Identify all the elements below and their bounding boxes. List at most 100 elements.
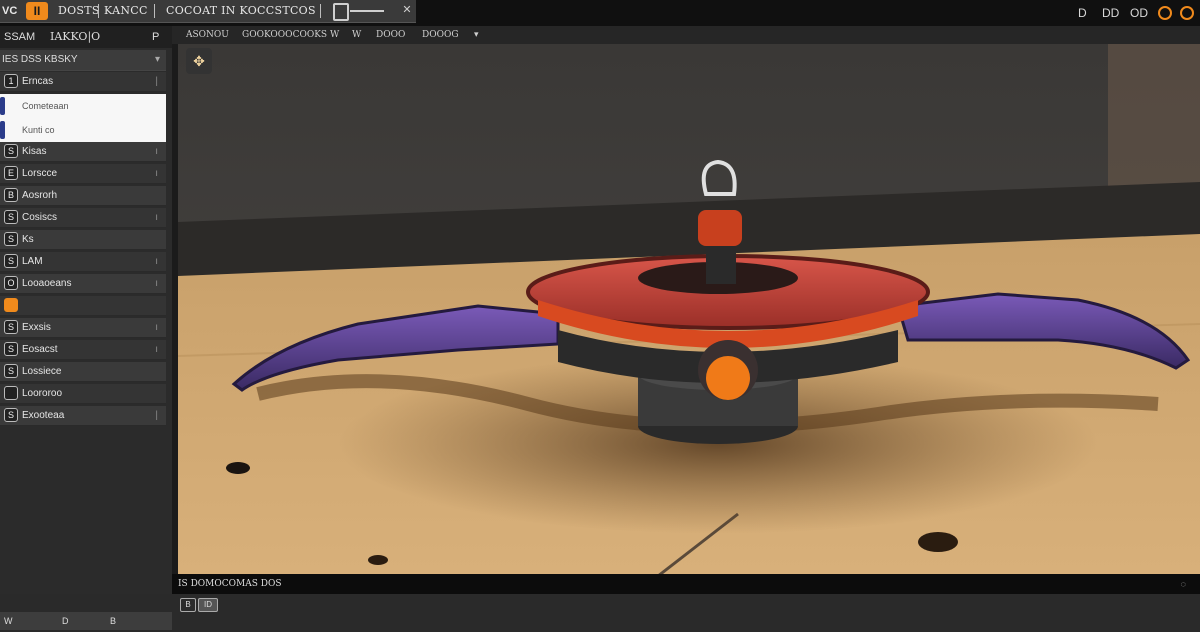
sidebar-item[interactable]: S Exxsis ı [0,318,166,338]
toolbar-button[interactable]: ID [198,598,218,612]
menu-item-1[interactable]: DOSTS [58,0,100,22]
sidebar-item[interactable]: 1 Erncas | [0,72,166,92]
item-icon: S [4,232,18,246]
item-icon [4,386,18,400]
status-text: IS DOMOCOMAS DOS [178,579,282,589]
window-control-label[interactable]: OD [1130,5,1148,21]
close-icon[interactable]: ✕ [400,3,414,17]
chevron-down-icon[interactable]: ▾ [474,26,479,44]
item-marker: ı [155,344,158,355]
item-marker: ı [155,146,158,157]
item-marker: | [155,410,158,421]
sidebar-item[interactable]: S Exooteaa | [0,406,166,426]
menu-item-3[interactable]: COCOAT IN KOCCSTCOS [166,0,316,22]
sidebar-item[interactable]: Loororoo [0,384,166,404]
item-icon: S [4,342,18,356]
sidebar-item-label: Cosiscs [22,212,58,223]
item-icon: 1 [4,74,18,88]
minimize-icon[interactable] [1158,6,1172,20]
sidebar-item-label: Loororoo [22,388,63,399]
viewport-menu-item[interactable]: ASONOU [186,26,229,44]
item-marker: ı [155,278,158,289]
sidebar-item-label: LAM [22,256,43,267]
sidebar-item-label: Kunti co [22,125,55,135]
sidebar-item[interactable]: E Lorscce ı [0,164,166,184]
menu-separator [154,4,155,18]
app-logo-icon[interactable]: II [26,2,48,20]
selection-indicator [0,97,5,115]
status-bar: IS DOMOCOMAS DOS ◌ [172,574,1200,594]
viewport-menu-item[interactable]: GOOKOOOCOOKS [242,26,327,44]
sidebar-item-label: Exooteaa [22,410,65,421]
item-marker: ı [155,256,158,267]
selection-indicator [0,121,5,139]
sidebar-item[interactable]: S LAM ı [0,252,166,272]
item-icon: S [4,364,18,378]
pin-icon[interactable]: P [152,26,159,48]
bottom-bar: W D B B ID [0,594,1200,632]
viewport-menu-item[interactable]: W [330,26,339,44]
sidebar-group-header[interactable]: IES DSS KBSKY ▾ [0,50,166,71]
sidebar-item[interactable]: S Lossiece [0,362,166,382]
sidebar-item[interactable]: S Kisas ı [0,142,166,162]
viewport-toolbar: ASONOU GOOKOOOCOOKS W W DOOO DOOOG ▾ [172,26,1200,44]
viewport-menu-item[interactable]: W [352,26,361,44]
bottom-item[interactable]: D [62,612,69,630]
viewport-menu-item[interactable]: DOOO [376,26,405,44]
sidebar-item-label: Lorscce [22,168,58,179]
window-control-label[interactable]: D [1078,5,1087,21]
sidebar-title: IAKKO|O [50,30,101,43]
menu-strip: VC II DOSTS KANCC COCOAT IN KOCCSTCOS ✕ [0,0,416,23]
title-bar: VC II DOSTS KANCC COCOAT IN KOCCSTCOS ✕ … [0,0,1200,26]
chevron-down-icon[interactable]: ▾ [155,50,160,70]
bottom-right-toolbar: B ID [176,598,1200,612]
sidebar-item-label: Aosrorh [22,190,58,201]
item-icon: O [4,276,18,290]
item-icon [4,298,18,312]
viewport-menu-item[interactable]: DOOOG [422,26,459,44]
item-marker: ı [155,322,158,333]
item-marker: ı [155,212,158,223]
sidebar-item-label: Kisas [22,146,47,157]
info-icon[interactable]: ◌ [1181,574,1186,594]
item-icon: S [4,320,18,334]
menu-item-2[interactable]: KANCC [104,0,148,22]
panel-toggle-icon[interactable] [333,3,349,21]
toolbar-button[interactable]: B [180,598,196,612]
sidebar-item[interactable]: S Eosacst ı [0,340,166,360]
bottom-item[interactable]: W [4,612,13,630]
item-icon: B [4,188,18,202]
maximize-icon[interactable] [1180,6,1194,20]
sidebar-item-label: Lossiece [22,366,62,377]
app-mark: VC [2,5,18,17]
slider-track[interactable] [350,10,384,12]
sidebar-item-label: Cometeaan [22,101,69,111]
bottom-left-toolbar: W D B [0,612,172,630]
item-marker: | [155,76,158,87]
sidebar-header: SSAM IAKKO|O P [0,26,172,48]
sidebar-item[interactable]: S Ks [0,230,166,250]
3d-viewport[interactable] [178,44,1200,576]
sidebar-item[interactable] [0,296,166,316]
scene-render [178,44,1200,576]
sidebar-item-label: Looaoeans [22,278,72,289]
sidebar-item[interactable]: O Looaoeans ı [0,274,166,294]
sidebar-group-label: IES DSS KBSKY [2,54,78,65]
sidebar-item[interactable]: B Aosrorh [0,186,166,206]
sidebar-item-label: Erncas [22,76,54,87]
menu-separator [98,4,99,18]
item-icon: S [4,408,18,422]
sidebar-item-label: Exxsis [22,322,51,333]
sidebar-item[interactable]: Cometeaan [0,94,166,118]
camera-icon[interactable]: ✥ [186,48,212,74]
item-icon: S [4,144,18,158]
item-icon: S [4,210,18,224]
bottom-item[interactable]: B [110,612,116,630]
sidebar-item[interactable]: S Cosiscs ı [0,208,166,228]
sidebar-header-left: SSAM [4,31,36,43]
item-icon: S [4,254,18,268]
window-control-label[interactable]: DD [1102,5,1119,21]
sidebar-item[interactable]: Kunti co [0,118,166,142]
menu-separator [320,4,321,18]
sidebar-item-label: Ks [22,234,34,245]
